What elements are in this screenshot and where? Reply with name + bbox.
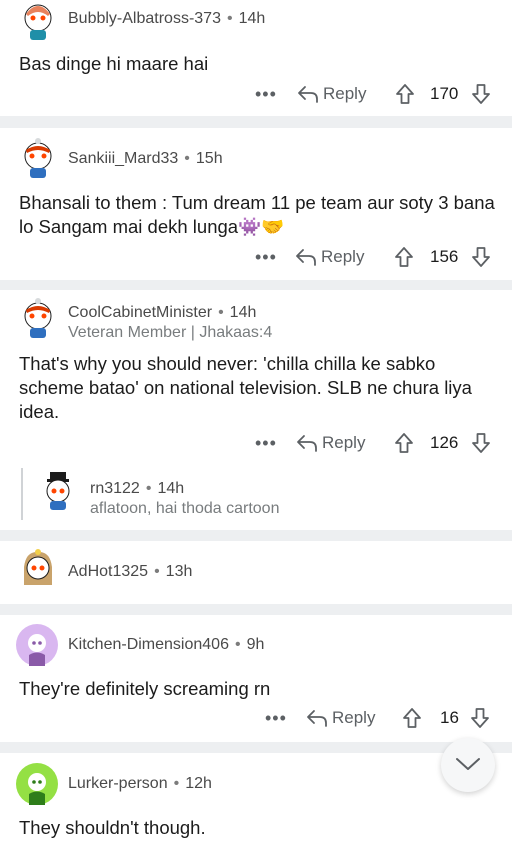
timestamp: 12h bbox=[185, 775, 212, 792]
comment-meta: CoolCabinetMinister • 14h bbox=[68, 304, 257, 321]
username[interactable]: Bubbly-Albatross-373 bbox=[68, 10, 221, 27]
reply-button[interactable]: Reply bbox=[321, 244, 364, 270]
timestamp: 13h bbox=[165, 563, 193, 580]
downvote-arrow-icon[interactable] bbox=[471, 432, 491, 458]
upvote-arrow-icon[interactable] bbox=[395, 83, 415, 109]
username[interactable]: Lurker-person bbox=[68, 775, 168, 792]
comment-body: They're definitely screaming rn bbox=[19, 678, 271, 699]
comment-card: Lurker-person • 12h They shouldn't though. bbox=[0, 753, 512, 847]
comment-actions: ••• Reply 126 bbox=[250, 430, 500, 456]
reply-meta: rn3122 • 14h bbox=[90, 480, 185, 497]
upvote-arrow-icon[interactable] bbox=[394, 432, 414, 458]
comment-card: Kitchen-Dimension406 • 9h They're definite… bbox=[0, 615, 512, 742]
timestamp: 14h bbox=[157, 480, 185, 497]
reply-arrow-icon[interactable] bbox=[295, 247, 317, 273]
username[interactable]: AdHot1325 bbox=[68, 563, 148, 580]
comment-body: They shouldn't though. bbox=[19, 817, 206, 838]
reply-arrow-icon[interactable] bbox=[306, 708, 328, 734]
snoo-avatar-icon[interactable] bbox=[16, 763, 58, 805]
comment-card: CoolCabinetMinister • 14h Veteran Member |… bbox=[0, 290, 512, 530]
more-options-icon[interactable]: ••• bbox=[265, 705, 287, 731]
reply-arrow-icon[interactable] bbox=[296, 433, 318, 459]
snoo-avatar-icon[interactable] bbox=[18, 138, 58, 178]
reply-arrow-icon[interactable] bbox=[297, 84, 319, 110]
comment-actions: ••• Reply 156 bbox=[250, 244, 500, 270]
reply-button[interactable]: Reply bbox=[323, 81, 366, 107]
username[interactable]: CoolCabinetMinister bbox=[68, 304, 212, 321]
comment-meta: Bubbly-Albatross-373 • 14h bbox=[68, 10, 266, 27]
snoo-avatar-icon[interactable] bbox=[18, 298, 58, 338]
user-flair: Veteran Member | Jhakaas:4 bbox=[68, 324, 273, 341]
downvote-arrow-icon[interactable] bbox=[471, 246, 491, 272]
comment-body: Bhansali to them : Tum dream 11 pe team … bbox=[19, 192, 495, 237]
comment-body: That's why you should never: 'chilla chi… bbox=[19, 353, 472, 422]
comment-body: Bas dinge hi maare hai bbox=[19, 53, 209, 74]
collapse-button[interactable] bbox=[441, 738, 495, 792]
username[interactable]: Kitchen-Dimension406 bbox=[68, 636, 229, 653]
timestamp: 9h bbox=[246, 636, 265, 653]
comment-meta: Lurker-person • 12h bbox=[68, 775, 212, 792]
comment-meta: Kitchen-Dimension406 • 9h bbox=[68, 636, 265, 653]
username[interactable]: rn3122 bbox=[90, 480, 140, 497]
timestamp: 14h bbox=[229, 304, 257, 321]
comment-card: AdHot1325 • 13h bbox=[0, 541, 512, 604]
timestamp: 14h bbox=[238, 10, 266, 27]
more-options-icon[interactable]: ••• bbox=[255, 81, 277, 107]
snoo-avatar-icon[interactable] bbox=[18, 549, 58, 589]
snoo-avatar-icon[interactable] bbox=[16, 624, 58, 666]
vote-score: 16 bbox=[440, 708, 459, 727]
comment-actions: ••• Reply 170 bbox=[250, 81, 500, 107]
comment-card: Bubbly-Albatross-373 • 14h Bas dinge hi ma… bbox=[0, 0, 512, 116]
comment-meta: Sankiii_Mard33 • 15h bbox=[68, 150, 223, 167]
vote-score: 126 bbox=[430, 433, 459, 452]
username[interactable]: Sankiii_Mard33 bbox=[68, 150, 178, 167]
timestamp: 15h bbox=[195, 150, 223, 167]
more-options-icon[interactable]: ••• bbox=[255, 430, 277, 456]
comment-actions: ••• Reply 16 bbox=[260, 705, 500, 731]
upvote-arrow-icon[interactable] bbox=[394, 246, 414, 272]
reply-button[interactable]: Reply bbox=[322, 430, 365, 456]
reply-button[interactable]: Reply bbox=[332, 705, 375, 731]
downvote-arrow-icon[interactable] bbox=[470, 707, 490, 733]
snoo-avatar-icon[interactable] bbox=[18, 0, 58, 40]
snoo-avatar-icon[interactable] bbox=[38, 470, 78, 510]
comment-card: Sankiii_Mard33 • 15h Bhansali to them : Tu… bbox=[0, 128, 512, 280]
more-options-icon[interactable]: ••• bbox=[255, 244, 277, 270]
upvote-arrow-icon[interactable] bbox=[402, 707, 422, 733]
thread-line[interactable] bbox=[21, 468, 23, 520]
vote-score: 170 bbox=[430, 84, 459, 103]
downvote-arrow-icon[interactable] bbox=[471, 83, 491, 109]
reply-preview[interactable]: aflatoon, hai thoda cartoon bbox=[90, 500, 279, 518]
comment-meta: AdHot1325 • 13h bbox=[68, 563, 193, 580]
vote-score: 156 bbox=[430, 247, 459, 266]
